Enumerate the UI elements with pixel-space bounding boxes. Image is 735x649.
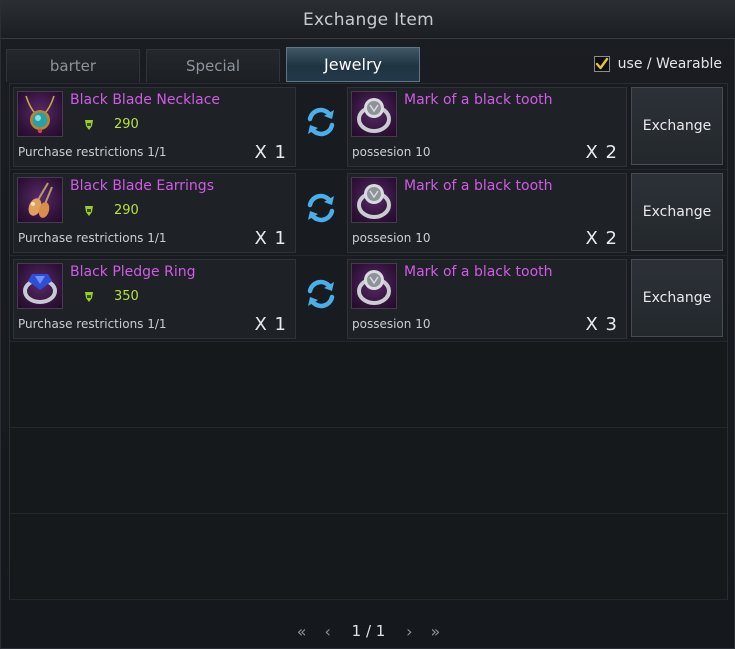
- exchange-list: Black Blade Necklace 290 Purchase restri…: [9, 83, 728, 600]
- exchange-row: Black Blade Necklace 290 Purchase restri…: [10, 84, 727, 170]
- wearable-label: use / Wearable: [617, 56, 722, 72]
- checkmark-icon: [595, 57, 608, 70]
- purchase-restriction: Purchase restrictions 1/1: [18, 317, 167, 331]
- exchange-arrows-icon: [307, 193, 335, 223]
- cost-item-name: Mark of a black tooth: [404, 264, 553, 280]
- ring-icon: [351, 177, 397, 223]
- empty-row: [10, 342, 727, 428]
- cost-item[interactable]: Mark of a black tooth possesion 10 X 3: [347, 259, 627, 339]
- wearable-checkbox[interactable]: [593, 56, 610, 72]
- exchange-button[interactable]: Exchange: [631, 259, 723, 337]
- item-price: 290: [114, 203, 139, 218]
- cost-quantity: X 2: [585, 228, 618, 249]
- pagination: « ‹ 1 / 1 › »: [1, 613, 735, 649]
- page-indicator: 1 / 1: [351, 622, 386, 640]
- reward-item[interactable]: Black Blade Necklace 290 Purchase restri…: [13, 87, 296, 167]
- tab-special[interactable]: Special: [146, 49, 280, 82]
- window-title: Exchange Item: [302, 9, 435, 30]
- sapphire-ring-icon: [17, 263, 63, 309]
- ring-icon: [351, 263, 397, 309]
- item-name: Black Pledge Ring: [70, 264, 196, 280]
- reward-item[interactable]: Black Pledge Ring 350 Purchase restricti…: [13, 259, 296, 339]
- cost-item-name: Mark of a black tooth: [404, 92, 553, 108]
- possession-count: possesion 10: [352, 145, 431, 159]
- exchange-row: Black Blade Earrings 290 Purchase restri…: [10, 170, 727, 256]
- ring-icon: [351, 91, 397, 137]
- wearable-filter[interactable]: use / Wearable: [593, 56, 722, 72]
- possession-count: possesion 10: [352, 231, 431, 245]
- tab-jewelry[interactable]: Jewelry: [286, 47, 420, 82]
- reward-item[interactable]: Black Blade Earrings 290 Purchase restri…: [13, 173, 296, 253]
- item-price: 290: [114, 117, 139, 132]
- item-price: 350: [114, 289, 139, 304]
- next-page-icon[interactable]: ›: [399, 621, 419, 641]
- cost-item[interactable]: Mark of a black tooth possesion 10 X 2: [347, 87, 627, 167]
- empty-row: [10, 514, 727, 600]
- exchange-window: Exchange Item barter Special Jewelry use…: [0, 0, 735, 649]
- purchase-restriction: Purchase restrictions 1/1: [18, 145, 167, 159]
- item-name: Black Blade Necklace: [70, 92, 221, 108]
- item-quantity: X 1: [254, 142, 287, 163]
- exchange-arrows-icon: [307, 107, 335, 137]
- prev-page-icon[interactable]: ‹: [318, 621, 338, 641]
- title-bar[interactable]: Exchange Item: [1, 1, 735, 39]
- cost-item[interactable]: Mark of a black tooth possesion 10 X 2: [347, 173, 627, 253]
- last-page-icon[interactable]: »: [425, 621, 445, 641]
- exchange-button[interactable]: Exchange: [631, 173, 723, 251]
- exchange-button[interactable]: Exchange: [631, 87, 723, 165]
- exchange-row: Black Pledge Ring 350 Purchase restricti…: [10, 256, 727, 342]
- item-quantity: X 1: [254, 314, 287, 335]
- item-quantity: X 1: [254, 228, 287, 249]
- possession-count: possesion 10: [352, 317, 431, 331]
- tab-barter[interactable]: barter: [6, 49, 140, 82]
- currency-icon: [85, 206, 93, 216]
- first-page-icon[interactable]: «: [292, 621, 312, 641]
- earrings-icon: [17, 177, 63, 223]
- necklace-icon: [17, 91, 63, 137]
- cost-quantity: X 2: [585, 142, 618, 163]
- currency-icon: [85, 120, 93, 130]
- currency-icon: [85, 292, 93, 302]
- tab-bar: barter Special Jewelry: [6, 47, 420, 82]
- purchase-restriction: Purchase restrictions 1/1: [18, 231, 167, 245]
- exchange-arrows-icon: [307, 279, 335, 309]
- cost-quantity: X 3: [585, 314, 618, 335]
- empty-row: [10, 428, 727, 514]
- cost-item-name: Mark of a black tooth: [404, 178, 553, 194]
- item-name: Black Blade Earrings: [70, 178, 214, 194]
